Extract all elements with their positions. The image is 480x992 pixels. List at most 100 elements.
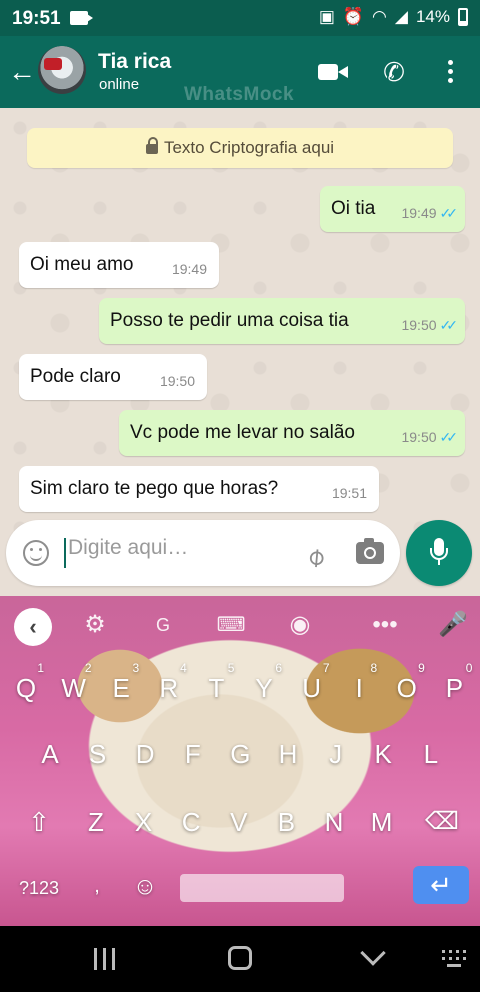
space-key[interactable] (180, 874, 344, 902)
alarm-icon: ⏰ (342, 7, 365, 26)
message-text: Sim claro te pego que horas? (30, 478, 279, 499)
message-bubble-incoming[interactable]: Sim claro te pego que horas? 19:51 (19, 466, 379, 512)
read-ticks-icon: ✓✓ (439, 317, 459, 333)
key-k[interactable]: K (361, 724, 405, 784)
message-composer[interactable]: ⌀ (6, 520, 400, 586)
keyboard-switch-icon[interactable] (442, 950, 466, 968)
key-g[interactable]: G (218, 724, 262, 784)
contact-status: online (99, 76, 140, 93)
message-time: 19:49 (401, 205, 437, 221)
read-ticks-icon: ✓✓ (439, 205, 459, 221)
enter-key[interactable]: ↵ (413, 866, 469, 904)
key-h[interactable]: H (266, 724, 310, 784)
message-bubble-incoming[interactable]: Pode claro 19:50 (19, 354, 207, 400)
key-z[interactable]: Z (74, 792, 118, 852)
key-i[interactable]: I8 (337, 658, 381, 718)
key-c[interactable]: C (169, 792, 213, 852)
key-w[interactable]: W2 (52, 658, 96, 718)
message-meta: 19:49 ✓✓ (401, 205, 459, 222)
lock-icon (145, 137, 158, 154)
status-bar: 19:51 ▣ ⏰ ◠ ◢ 14% (0, 0, 480, 36)
key-l[interactable]: L (409, 724, 453, 784)
message-time: 19:50 (401, 429, 437, 445)
key-n[interactable]: N (312, 792, 356, 852)
back-chevron-icon[interactable]: ‹ (14, 608, 52, 646)
screen-record-icon (70, 11, 93, 25)
keyboard-row-2: ASDFGHJKL (0, 724, 480, 784)
message-text: Oi meu amo (30, 254, 134, 275)
key-e[interactable]: E3 (99, 658, 143, 718)
emoji-icon[interactable]: ☺ (130, 872, 160, 902)
camera-icon[interactable] (356, 538, 384, 564)
battery-percent: 14% (415, 7, 450, 26)
voice-message-button[interactable] (406, 520, 472, 586)
message-bubble-outgoing[interactable]: Vc pode me levar no salão 19:50 ✓✓ (119, 410, 465, 456)
key-y[interactable]: Y6 (242, 658, 286, 718)
key-q[interactable]: Q1 (4, 658, 48, 718)
message-time: 19:50 (401, 317, 437, 333)
key-a[interactable]: A (28, 724, 72, 784)
message-text: Pode claro (30, 366, 121, 387)
read-ticks-icon: ✓✓ (439, 429, 459, 445)
shift-icon[interactable]: ⇧ (22, 792, 56, 852)
comma-key[interactable]: , (90, 872, 104, 900)
key-o[interactable]: O9 (385, 658, 429, 718)
battery-icon (458, 8, 468, 26)
key-x[interactable]: X (122, 792, 166, 852)
keyboard-row-3: ⇧ ⌫ ZXCVBNM (0, 792, 480, 852)
signal-icon: ◢ (394, 7, 408, 26)
key-u[interactable]: U7 (290, 658, 334, 718)
navigation-bar (0, 926, 480, 992)
message-bubble-outgoing[interactable]: Oi tia 19:49 ✓✓ (320, 186, 465, 232)
message-text: Vc pode me levar no salão (130, 422, 355, 443)
contact-name[interactable]: Tia rica (98, 50, 171, 74)
key-d[interactable]: D (123, 724, 167, 784)
keyboard-icon[interactable]: ⌨ (216, 610, 246, 640)
microphone-icon[interactable]: 🎤 (438, 610, 468, 640)
keyboard-toolbar: ‹ ⚙ G ⌨ ◉ ••• 🎤 (0, 596, 480, 652)
wifi-icon: ◠ (372, 7, 387, 26)
back-arrow-icon[interactable]: ← (8, 58, 36, 86)
settings-icon[interactable]: ⚙ (80, 610, 110, 640)
message-time: 19:51 (331, 485, 367, 501)
more-icon[interactable]: ••• (370, 610, 400, 640)
soft-keyboard: ‹ ⚙ G ⌨ ◉ ••• 🎤 Q1W2E3R4T5Y6U7I8O9P0 ASD… (0, 596, 480, 926)
status-time: 19:51 (12, 8, 61, 29)
key-t[interactable]: T5 (194, 658, 238, 718)
message-meta: 19:50 ✓✓ (401, 317, 459, 334)
home-icon[interactable] (228, 946, 252, 970)
message-bubble-outgoing[interactable]: Posso te pedir uma coisa tia 19:50 ✓✓ (99, 298, 465, 344)
key-s[interactable]: S (76, 724, 120, 784)
more-options-icon[interactable] (436, 58, 464, 86)
phone-call-icon[interactable]: ✆ (378, 58, 410, 86)
translate-icon[interactable]: G (148, 610, 178, 640)
key-m[interactable]: M (360, 792, 404, 852)
message-input[interactable] (68, 536, 288, 560)
key-p[interactable]: P0 (432, 658, 476, 718)
key-r[interactable]: R4 (147, 658, 191, 718)
message-text: Oi tia (331, 198, 376, 219)
backspace-icon[interactable]: ⌫ (422, 792, 462, 852)
avatar[interactable] (38, 46, 86, 94)
video-call-icon[interactable] (316, 58, 348, 86)
text-caret (64, 538, 66, 568)
message-meta: 19:50 ✓✓ (401, 429, 459, 446)
symbols-key[interactable]: ?123 (14, 874, 64, 902)
key-b[interactable]: B (264, 792, 308, 852)
key-j[interactable]: J (314, 724, 358, 784)
encryption-notice[interactable]: Texto Criptografia aqui (27, 128, 453, 168)
key-f[interactable]: F (171, 724, 215, 784)
message-time: 19:49 (171, 261, 207, 277)
encryption-notice-text: Texto Criptografia aqui (163, 138, 335, 157)
message-bubble-incoming[interactable]: Oi meu amo 19:49 (19, 242, 219, 288)
emoji-icon[interactable] (23, 540, 49, 566)
palette-icon[interactable]: ◉ (285, 610, 315, 640)
message-text: Posso te pedir uma coisa tia (110, 310, 349, 331)
key-v[interactable]: V (217, 792, 261, 852)
attach-icon[interactable]: ⌀ (299, 533, 338, 573)
recents-icon[interactable] (94, 948, 118, 970)
watermark-text: WhatsMock (184, 84, 295, 105)
chat-header: ← Tia rica online WhatsMock ✆ (0, 36, 480, 108)
back-icon[interactable] (360, 940, 386, 966)
keyboard-row-1: Q1W2E3R4T5Y6U7I8O9P0 (0, 658, 480, 718)
